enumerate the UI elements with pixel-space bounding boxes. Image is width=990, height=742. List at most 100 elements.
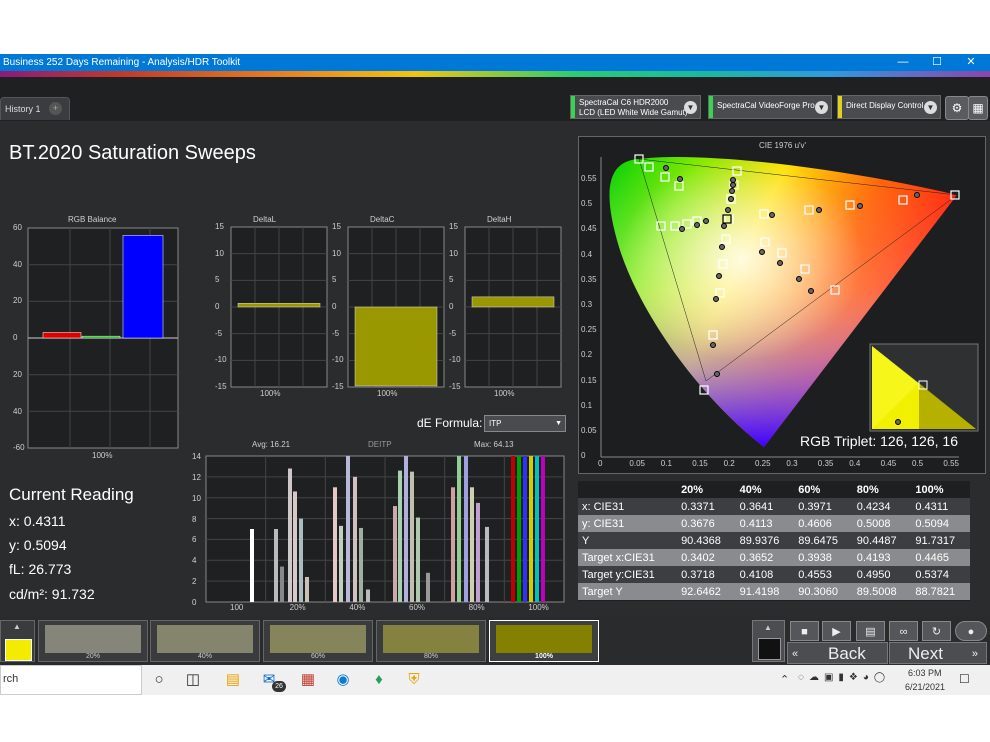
cie-x-tick: 0 — [598, 459, 603, 468]
delta-chart: DeltaL 15 10 5 0 -5 -10 -15 100% — [213, 214, 333, 404]
cie-x-tick: 0.15 — [692, 459, 708, 468]
table-cell: 0.4234 — [856, 500, 891, 513]
bar-red — [42, 332, 82, 339]
delta-chart-plot — [347, 226, 445, 388]
generator-selector[interactable]: SpectraCal VideoForge Pro ▼ — [708, 95, 832, 119]
pattern-preview[interactable]: ▲ — [752, 620, 785, 662]
device-status-indicator — [838, 96, 842, 118]
gear-icon[interactable]: ⚙ — [945, 96, 969, 120]
taskbar-search[interactable]: rch — [0, 665, 142, 695]
save-icon[interactable]: ▤ — [856, 621, 885, 641]
table-cell: 91.7317 — [915, 534, 956, 547]
deitp-bar — [366, 589, 370, 602]
close-button[interactable]: ✕ — [954, 54, 988, 71]
double-chevron-left-icon: « — [792, 648, 799, 660]
deitp-bar — [393, 506, 397, 602]
chevron-down-icon[interactable]: ▼ — [815, 101, 828, 114]
table-cell: 90.4368 — [681, 534, 721, 547]
maximize-button[interactable]: ☐ — [920, 54, 954, 71]
deitp-bar — [250, 529, 254, 602]
swatch-color — [270, 625, 366, 653]
deitp-bar — [464, 456, 468, 602]
deitp-bar — [288, 468, 292, 602]
back-button[interactable]: « Back — [787, 642, 888, 664]
deitp-bar — [346, 456, 350, 602]
deitp-bar — [511, 456, 515, 602]
pattern-swatch[interactable]: 60% — [263, 620, 373, 662]
add-tab-icon[interactable]: + — [49, 102, 62, 115]
reading-y: y: 0.5094 — [9, 537, 67, 553]
notification-icon[interactable]: ☐ — [959, 672, 970, 686]
meter-selector[interactable]: SpectraCal C6 HDR2000 LCD (LED White Wid… — [570, 95, 701, 119]
calman-icon[interactable]: ♦ — [368, 670, 390, 690]
delta-bar — [354, 306, 438, 387]
table-row: x: CIE31 0.3371 0.3641 0.3971 0.4234 0.4311 — [578, 498, 970, 515]
deitp-bar — [535, 456, 539, 602]
table-cell: 0.4553 — [798, 568, 832, 581]
play-icon[interactable]: ▶ — [822, 621, 851, 641]
de-formula-select[interactable]: ITP ▼ — [484, 415, 566, 432]
tab-history-1[interactable]: History 1 + — [0, 97, 70, 120]
current-pattern-color — [5, 639, 32, 661]
task-view-icon[interactable]: ○ — [148, 670, 170, 690]
edge-icon[interactable]: ◉ — [332, 670, 354, 690]
cie-x-tick: 0.2 — [723, 459, 735, 468]
cie-x-tick: 0.55 — [943, 459, 959, 468]
delta-y-tick: 5 — [332, 275, 337, 285]
record-icon[interactable]: ● — [955, 621, 987, 641]
deitp-bar — [293, 491, 297, 602]
store-icon[interactable]: ▦ — [297, 670, 319, 690]
pattern-swatch[interactable]: 20% — [38, 620, 148, 662]
loop-icon[interactable]: ∞ — [889, 621, 918, 641]
security-shield-icon[interactable]: ⛨ — [403, 670, 425, 690]
table-cell: 0.3718 — [681, 568, 715, 581]
table-row-label: Target x:CIE31 — [582, 551, 655, 564]
delta-y-tick: -10 — [449, 355, 461, 365]
pattern-swatch[interactable]: 100% — [489, 620, 599, 662]
de-formula-value: ITP — [489, 419, 502, 428]
next-button[interactable]: Next » — [889, 642, 987, 664]
table-header-row: 20% 40% 60% 80% 100% — [578, 481, 970, 498]
widgets-icon[interactable]: ◫ — [182, 670, 204, 690]
table-cell: 0.3641 — [739, 500, 774, 513]
deitp-x-tick: 60% — [409, 603, 426, 612]
deitp-bar — [353, 476, 357, 602]
delta-y-tick: -10 — [215, 355, 227, 365]
cie-y-tick: 0 — [581, 451, 586, 461]
deitp-bar — [410, 471, 414, 602]
pattern-swatch[interactable]: 40% — [150, 620, 260, 662]
table-header-cell — [578, 481, 677, 498]
rgb-triplet-swatch — [869, 343, 979, 432]
table-row: Target y:CIE31 0.3718 0.4108 0.4553 0.4950 0.… — [578, 566, 970, 583]
stop-icon[interactable]: ■ — [790, 621, 819, 641]
mail-badge: 26 — [272, 681, 286, 692]
next-label: Next — [908, 644, 943, 663]
device-settings-icon[interactable]: ▦ — [968, 96, 988, 120]
rgb-balance-chart: RGB Balance 60 40 20 0 20 40 -60 100% — [10, 215, 180, 465]
tab-label: History 1 — [5, 104, 41, 114]
chevron-down-icon[interactable]: ▼ — [684, 101, 697, 114]
generator-name: SpectraCal VideoForge Pro — [717, 101, 815, 110]
tray-icons[interactable]: ◌☁▣▮❖◕◯ — [798, 672, 890, 683]
table-header-cell: 80% — [856, 483, 879, 496]
deitp-bar — [523, 456, 527, 602]
meter-mode: LCD (LED White Wide Gamut) — [579, 108, 688, 117]
display-control-selector[interactable]: Direct Display Control ▼ — [837, 95, 941, 119]
chevron-down-icon[interactable]: ▼ — [924, 101, 937, 114]
refresh-icon[interactable]: ↻ — [922, 621, 951, 641]
pattern-swatch[interactable]: ▲ — [0, 620, 35, 662]
file-explorer-icon[interactable]: ▤ — [222, 670, 244, 690]
rgb-y-tick: 20 — [13, 296, 22, 306]
cie-y-tick: 0.35 — [581, 274, 597, 284]
deitp-x-tick: 100% — [528, 603, 549, 612]
meter-name: SpectraCal C6 HDR2000 — [579, 98, 669, 107]
deitp-bar — [398, 470, 402, 602]
tray-chevron-icon[interactable]: ⌃ — [780, 673, 789, 686]
swatch-label: 40% — [197, 653, 212, 660]
swatch-label: 80% — [423, 653, 438, 660]
pattern-swatch[interactable]: 80% — [376, 620, 486, 662]
minimize-button[interactable]: — — [886, 54, 920, 71]
delta-y-tick: 15 — [215, 222, 224, 231]
deitp-y-tick: 14 — [192, 452, 201, 461]
deitp-x-tick: 80% — [468, 603, 485, 612]
